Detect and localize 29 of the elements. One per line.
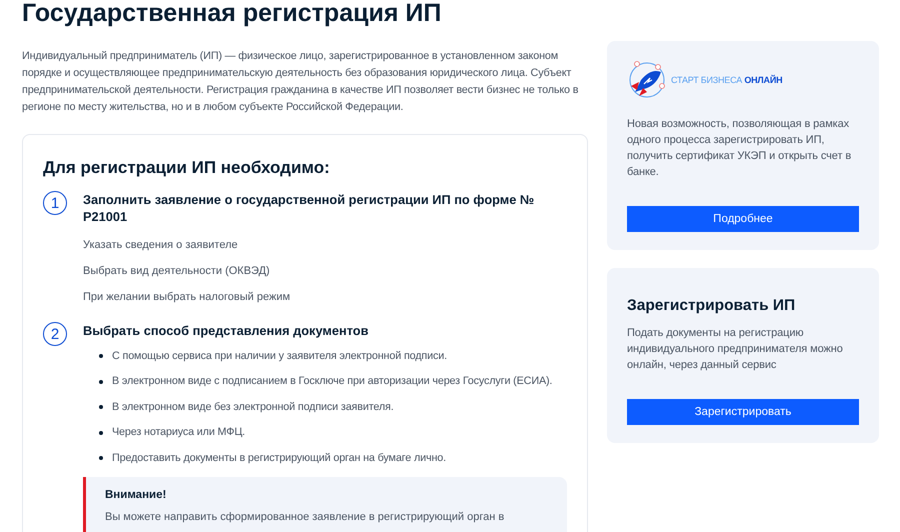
step-title: Выбрать способ представления документов (83, 322, 370, 339)
step-item: С помощью сервиса при наличии у заявителя электронной подписи. (112, 348, 447, 364)
notice-text: Вы можете направить сформированное заявление в регистрирующий орган в (105, 510, 506, 522)
card-text: Подать документы на регистрацию индивидуального предпринимателя можно онлайн, через данный сервис (627, 326, 844, 373)
card-heading: Для регистрации ИП необходимо: (43, 157, 331, 179)
step-item: Через нотариуса или МФЦ. (112, 425, 246, 440)
step-number: 2 (43, 322, 67, 346)
step-item: В электронном виде с подписанием в Госключе при авторизации через Госуслуги (ЕСИА). (112, 374, 552, 389)
register-button[interactable]: Зарегистрировать (627, 399, 859, 425)
bullet-icon (99, 456, 103, 460)
step-item: Предоставить документы в регистрирующий орган на бумаге лично. (112, 450, 446, 466)
rocket-logo-icon (627, 60, 667, 100)
logo-text: СТАРТ БИЗНЕСА ОНЛАЙН (671, 75, 782, 85)
bullet-icon (99, 380, 103, 384)
more-button[interactable]: Подробнее (627, 206, 859, 232)
promo-text: Новая возможность, позволяющая в рамках одного процесса зарегистрировать ИП, получить сертификат УКЭП и открыть счет в банке. (627, 117, 852, 180)
step-item: Указать сведения о заявителе (83, 238, 239, 253)
bullet-icon (99, 405, 103, 409)
notice-title: Внимание! (105, 488, 168, 500)
step-item: В электронном виде без электронной подписи заявителя. (112, 400, 394, 414)
step-item: Выбрать вид деятельности (ОКВЭД) (83, 264, 271, 279)
step-number: 1 (43, 191, 67, 215)
step-title: Заполнить заявление о государственной регистрации ИП по форме № Р21001 (83, 191, 536, 225)
intro-text: Индивидуальный предприниматель (ИП) — физическое лицо, зарегистрированное в установленном законом порядке и осуществляющее предпринимательскую деятельность без образования юридического лица. Субъект предпринимательской деятельности. Регистрация гражданина в качестве ИП позволяет вести бизнес не только в регионе по месту жительства, но и в любом субъекте Российской Федерации. (22, 49, 580, 115)
bullet-icon (99, 354, 103, 358)
step-item: При желании выбрать налоговый режим (83, 290, 292, 305)
card-heading: Зарегистрировать ИП (627, 296, 796, 316)
page-title: Государственная регистрация ИП (22, 0, 442, 26)
bullet-icon (99, 430, 103, 434)
